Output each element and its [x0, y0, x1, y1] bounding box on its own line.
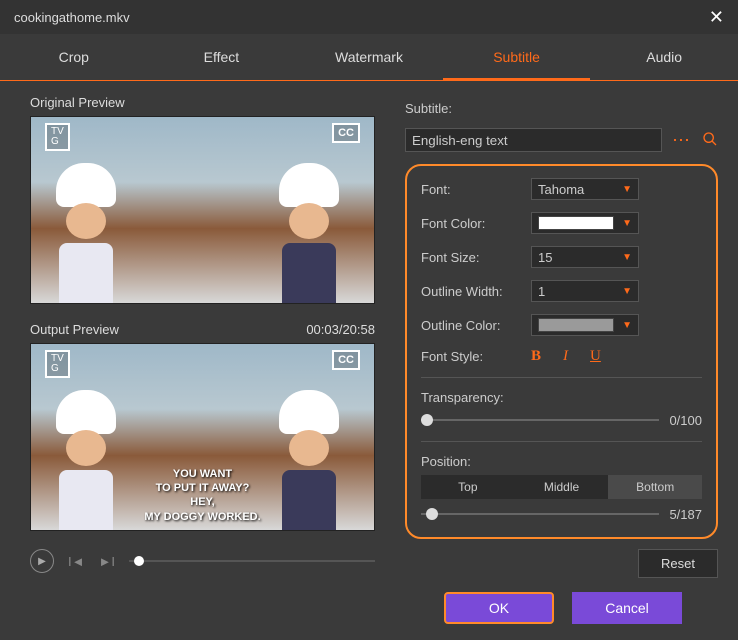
- output-preview-label: Output Preview: [30, 322, 119, 337]
- tab-crop[interactable]: Crop: [0, 34, 148, 80]
- prev-frame-button[interactable]: I◄: [68, 554, 84, 569]
- tab-bar: Crop Effect Watermark Subtitle Audio: [0, 34, 738, 81]
- position-value: 5/187: [669, 507, 702, 522]
- chevron-down-icon: ▼: [622, 218, 632, 229]
- subtitle-track-input[interactable]: [405, 128, 662, 152]
- subtitle-label: Subtitle:: [405, 101, 452, 116]
- original-preview: TVG CC: [30, 116, 375, 304]
- window-title: cookingathome.mkv: [14, 10, 130, 25]
- chevron-down-icon: ▼: [622, 320, 632, 331]
- font-size-label: Font Size:: [421, 250, 531, 265]
- outline-color-label: Outline Color:: [421, 318, 531, 333]
- font-settings-highlight: Font: Tahoma▼ Font Color: ▼ Font Size: 1…: [405, 164, 718, 539]
- search-icon[interactable]: [702, 131, 718, 150]
- tvg-badge: TVG: [45, 123, 70, 151]
- original-preview-label: Original Preview: [30, 95, 125, 110]
- close-icon[interactable]: ✕: [709, 7, 724, 28]
- font-size-dropdown[interactable]: 15▼: [531, 246, 639, 268]
- cancel-button[interactable]: Cancel: [572, 592, 682, 624]
- reset-button[interactable]: Reset: [638, 549, 718, 578]
- playback-bar: ▶ I◄ ►I: [30, 549, 375, 573]
- position-label: Position:: [421, 454, 702, 469]
- tab-watermark[interactable]: Watermark: [295, 34, 443, 80]
- preview-column: Original Preview TVG CC Output Preview 0…: [30, 95, 375, 624]
- tab-subtitle[interactable]: Subtitle: [443, 34, 591, 80]
- font-style-label: Font Style:: [421, 349, 531, 364]
- dialog-footer: OK Cancel: [405, 592, 718, 624]
- cc-badge: CC: [332, 123, 360, 143]
- position-bottom-button[interactable]: Bottom: [608, 475, 702, 499]
- chevron-down-icon: ▼: [622, 184, 632, 195]
- settings-panel: Subtitle: ⋯ Font: Tahoma▼ Font Color: ▼: [405, 95, 718, 624]
- font-label: Font:: [421, 182, 531, 197]
- tab-effect[interactable]: Effect: [148, 34, 296, 80]
- ok-button[interactable]: OK: [444, 592, 554, 624]
- font-color-dropdown[interactable]: ▼: [531, 212, 639, 234]
- cc-badge: CC: [332, 350, 360, 370]
- subtitle-overlay: YOU WANT TO PUT IT AWAY? HEY, MY DOGGY W…: [31, 467, 374, 524]
- divider: [421, 377, 702, 378]
- position-slider[interactable]: [421, 513, 659, 515]
- transparency-value: 0/100: [669, 413, 702, 428]
- timecode: 00:03/20:58: [306, 322, 375, 337]
- position-middle-button[interactable]: Middle: [515, 475, 609, 499]
- next-frame-button[interactable]: ►I: [98, 554, 114, 569]
- font-color-swatch: [538, 216, 614, 230]
- more-icon[interactable]: ⋯: [672, 130, 692, 151]
- output-preview: TVG CC YOU WANT TO PUT IT AWAY? HEY, MY …: [30, 343, 375, 531]
- outline-color-dropdown[interactable]: ▼: [531, 314, 639, 336]
- tvg-badge: TVG: [45, 350, 70, 378]
- outline-width-label: Outline Width:: [421, 284, 531, 299]
- font-dropdown[interactable]: Tahoma▼: [531, 178, 639, 200]
- outline-color-swatch: [538, 318, 614, 332]
- outline-width-dropdown[interactable]: 1▼: [531, 280, 639, 302]
- titlebar: cookingathome.mkv ✕: [0, 0, 738, 34]
- progress-slider[interactable]: [129, 560, 375, 562]
- bold-button[interactable]: B: [531, 348, 541, 365]
- chevron-down-icon: ▼: [622, 286, 632, 297]
- tab-audio[interactable]: Audio: [590, 34, 738, 80]
- position-buttons: Top Middle Bottom: [421, 475, 702, 499]
- transparency-slider[interactable]: [421, 419, 659, 421]
- italic-button[interactable]: I: [563, 348, 568, 365]
- transparency-label: Transparency:: [421, 390, 702, 405]
- font-color-label: Font Color:: [421, 216, 531, 231]
- position-top-button[interactable]: Top: [421, 475, 515, 499]
- chevron-down-icon: ▼: [622, 252, 632, 263]
- play-button[interactable]: ▶: [30, 549, 54, 573]
- underline-button[interactable]: U: [590, 348, 601, 365]
- divider: [421, 441, 702, 442]
